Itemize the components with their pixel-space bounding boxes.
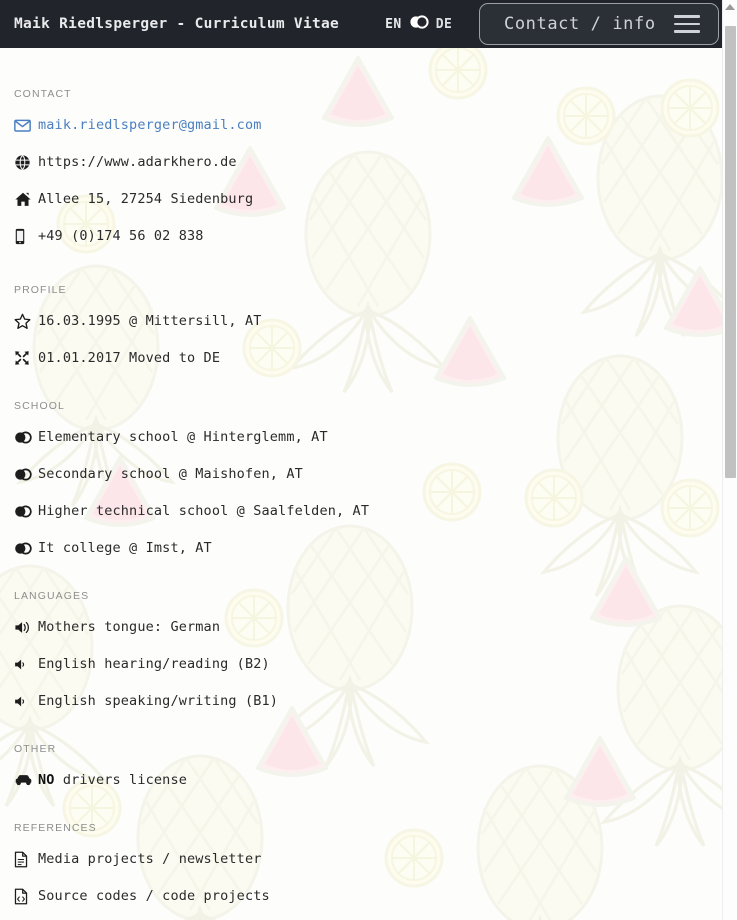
cv-entry: Media projects / newsletter — [14, 848, 262, 870]
language-option-en[interactable]: EN — [385, 17, 402, 32]
cv-entry-text: It college @ Imst, AT — [38, 540, 212, 556]
cv-entry-text: Secondary school @ Maishofen, AT — [38, 466, 303, 482]
car-icon — [14, 773, 38, 787]
cv-entry-text: Higher technical school @ Saalfelden, AT — [38, 503, 370, 519]
cv-entry-text-emphasis: NO — [38, 772, 55, 788]
circles-toggle-icon — [14, 505, 38, 518]
vertical-scrollbar[interactable] — [722, 0, 737, 920]
file-icon — [14, 851, 38, 868]
cv-entry: https://www.adarkhero.de — [14, 151, 237, 173]
cv-entry: Allee 15, 27254 Siedenburg — [14, 188, 253, 210]
cv-entry: Source codes / code projects — [14, 885, 270, 907]
section-heading-other: OTHER — [14, 743, 57, 755]
section-heading-profile: PROFILE — [14, 284, 67, 296]
cv-entry-text: Source codes / code projects — [38, 888, 270, 904]
cv-entry-text: https://www.adarkhero.de — [38, 154, 237, 170]
language-option-de[interactable]: DE — [436, 17, 453, 32]
cv-entry-text: Mothers tongue: German — [38, 619, 221, 635]
cv-entry: Mothers tongue: German — [14, 616, 220, 638]
envelope-icon — [14, 117, 38, 134]
star-icon — [14, 313, 38, 330]
volume-low-icon — [14, 657, 38, 672]
hamburger-bar — [674, 15, 700, 18]
cv-entry: English hearing/reading (B2) — [14, 653, 270, 675]
cv-entry: +49 (0)174 56 02 838 — [14, 225, 204, 247]
cv-entry-text: NO drivers license — [38, 772, 188, 788]
cv-section: REFERENCES Media projects / newsletter Sou… — [0, 822, 722, 904]
section-heading-languages: LANGUAGES — [14, 590, 90, 602]
cv-entry: It college @ Imst, AT — [14, 537, 212, 559]
volume-low-icon — [14, 694, 38, 709]
circles-toggle-icon — [14, 542, 38, 555]
cv-entry-text: +49 (0)174 56 02 838 — [38, 228, 204, 244]
cv-entry: Elementary school @ Hinterglemm, AT — [14, 426, 328, 448]
section-heading-school: SCHOOL — [14, 400, 65, 412]
cv-entry: Secondary school @ Maishofen, AT — [14, 463, 303, 485]
top-bar: Maik Riedlsperger - Curriculum Vitae EN … — [0, 0, 722, 48]
cv-entry-text: English speaking/writing (B1) — [38, 693, 279, 709]
page-title: Maik Riedlsperger - Curriculum Vitae — [14, 16, 340, 32]
hamburger-bar — [674, 22, 700, 26]
cv-section: PROFILE 16.03.1995 @ Mittersill, AT 01.01.… — [0, 284, 722, 366]
cv-section: CONTACT maik.riedlsperger@gmail.com https:… — [0, 88, 722, 244]
cv-entry-text: 01.01.2017 Moved to DE — [38, 350, 221, 366]
section-heading-contact: CONTACT — [14, 88, 72, 100]
cv-entry-text: Allee 15, 27254 Siedenburg — [38, 191, 254, 207]
circles-toggle-icon — [14, 431, 38, 444]
cv-entry: English speaking/writing (B1) — [14, 690, 278, 712]
cv-entry[interactable]: maik.riedlsperger@gmail.com — [14, 114, 262, 136]
cv-entry-text: English hearing/reading (B2) — [38, 656, 270, 672]
cv-entry-text: Media projects / newsletter — [38, 851, 262, 867]
volume-high-icon — [14, 620, 38, 635]
cv-entry-text: 16.03.1995 @ Mittersill, AT — [38, 313, 262, 329]
cv-entry: Higher technical school @ Saalfelden, AT — [14, 500, 369, 522]
cv-entry-text[interactable]: maik.riedlsperger@gmail.com — [38, 117, 262, 133]
home-icon — [14, 191, 38, 208]
globe-icon — [14, 154, 38, 171]
cv-section: LANGUAGES Mothers tongue: German English h… — [0, 590, 722, 709]
file-code-icon — [14, 888, 38, 905]
section-heading-references: REFERENCES — [14, 822, 97, 834]
contact-info-label: Contact / info — [504, 14, 656, 34]
contact-info-button[interactable]: Contact / info — [479, 3, 719, 45]
hamburger-menu-icon[interactable] — [674, 15, 700, 33]
mobile-phone-icon — [14, 228, 38, 245]
language-toggle[interactable]: EN DE — [385, 15, 452, 33]
move-arrows-icon — [14, 350, 38, 366]
cv-section: SCHOOL Elementary school @ Hinterglemm, A… — [0, 400, 722, 556]
cv-content: CONTACT maik.riedlsperger@gmail.com https:… — [0, 48, 722, 920]
cv-entry: 01.01.2017 Moved to DE — [14, 347, 220, 369]
cv-entry-text: Elementary school @ Hinterglemm, AT — [38, 429, 328, 445]
circles-toggle-icon[interactable] — [409, 15, 429, 33]
cv-entry: 16.03.1995 @ Mittersill, AT — [14, 310, 262, 332]
scroll-up-arrow-icon[interactable] — [725, 4, 735, 10]
cv-entry: NO drivers license — [14, 769, 187, 791]
scrollbar-thumb[interactable] — [725, 26, 736, 478]
circles-toggle-icon — [14, 468, 38, 481]
cv-section: OTHER NO drivers license — [0, 743, 722, 788]
hamburger-bar — [674, 30, 700, 33]
